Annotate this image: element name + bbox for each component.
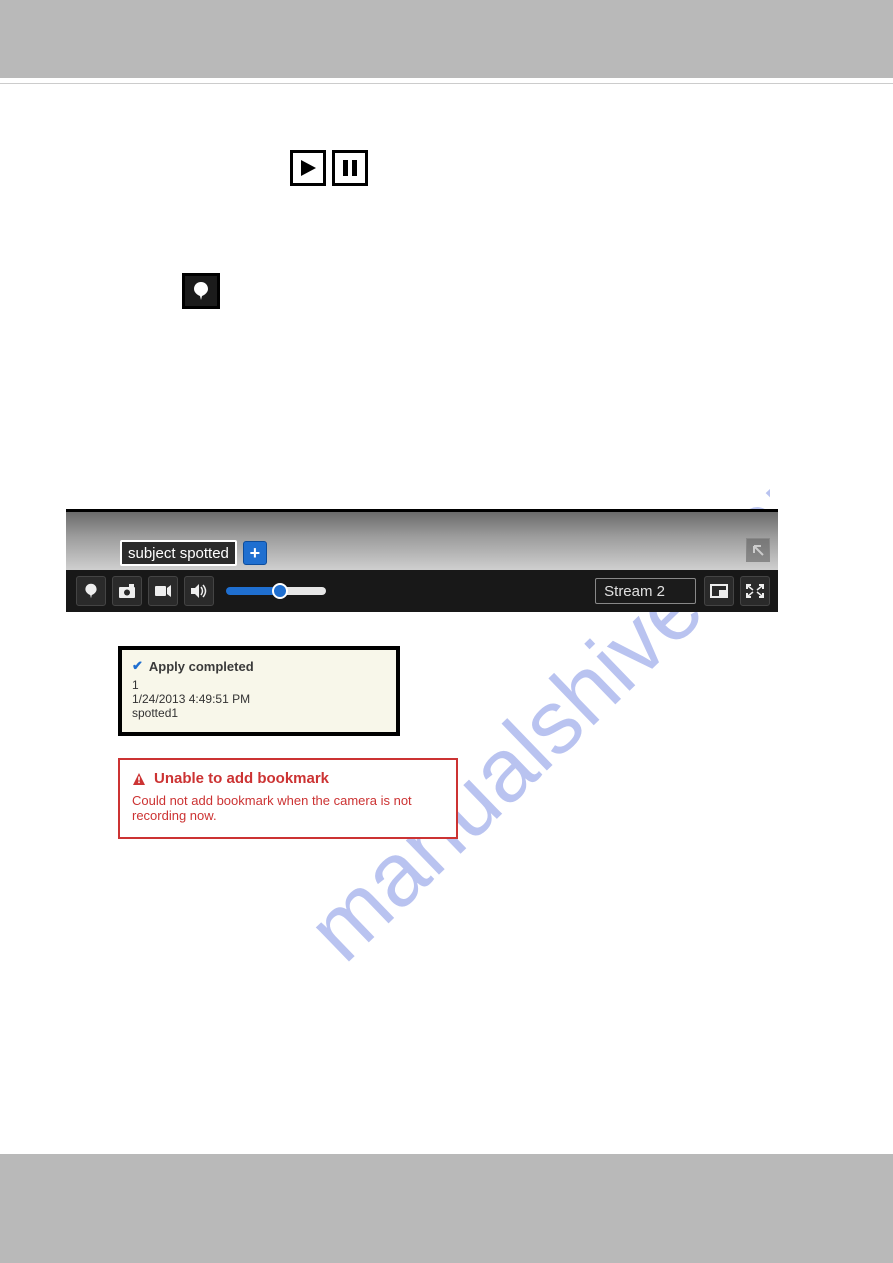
bookmark-balloon-icon (83, 582, 99, 600)
error-box: Unable to add bookmark Could not add boo… (118, 758, 458, 839)
warning-icon (132, 772, 146, 786)
apply-line-2: 1/24/2013 4:49:51 PM (132, 692, 386, 706)
pause-button[interactable] (332, 150, 368, 186)
bookmark-balloon-icon (191, 280, 211, 302)
videocam-icon (154, 584, 172, 598)
play-icon (299, 159, 317, 177)
check-icon: ✔ (132, 658, 143, 674)
pause-icon (341, 159, 359, 177)
play-pause-row (290, 150, 368, 186)
volume-button[interactable] (184, 576, 214, 606)
arrow-nw-icon (751, 543, 765, 557)
video-player-bar: subject spotted + (66, 509, 778, 609)
bottom-gray-bar (0, 1154, 893, 1263)
error-body: Could not add bookmark when the camera i… (132, 793, 444, 823)
apply-completed-title: Apply completed (149, 659, 254, 674)
error-title: Unable to add bookmark (154, 770, 329, 787)
apply-completed-box: ✔ Apply completed 1 1/24/2013 4:49:51 PM… (118, 646, 400, 736)
bookmark-tool-button[interactable] (76, 576, 106, 606)
error-header: Unable to add bookmark (132, 770, 444, 787)
slider-thumb[interactable] (272, 583, 288, 599)
bookmark-button-large[interactable] (182, 273, 220, 309)
pip-button[interactable] (704, 576, 734, 606)
fullscreen-button[interactable] (740, 576, 770, 606)
apply-line-3: spotted1 (132, 706, 386, 720)
speaker-icon (190, 583, 208, 599)
fullscreen-icon (746, 584, 764, 598)
snapshot-button[interactable] (112, 576, 142, 606)
stream-select[interactable]: Stream 2 (595, 578, 696, 604)
record-toggle-button[interactable] (148, 576, 178, 606)
player-toolbar: Stream 2 (66, 570, 778, 612)
play-button[interactable] (290, 150, 326, 186)
bookmark-label-row: subject spotted + (120, 540, 267, 566)
camera-icon (118, 583, 136, 599)
pip-icon (710, 584, 728, 598)
apply-completed-header: ✔ Apply completed (132, 658, 386, 674)
volume-slider[interactable] (226, 587, 326, 595)
slider-fill (226, 587, 278, 595)
top-gray-bar (0, 0, 893, 78)
apply-line-1: 1 (132, 678, 386, 692)
divider (0, 83, 893, 84)
add-bookmark-button[interactable]: + (243, 541, 267, 565)
bookmark-label-input[interactable]: subject spotted (120, 540, 237, 566)
collapse-button[interactable] (746, 538, 770, 562)
player-preview-strip: subject spotted + (66, 512, 778, 570)
